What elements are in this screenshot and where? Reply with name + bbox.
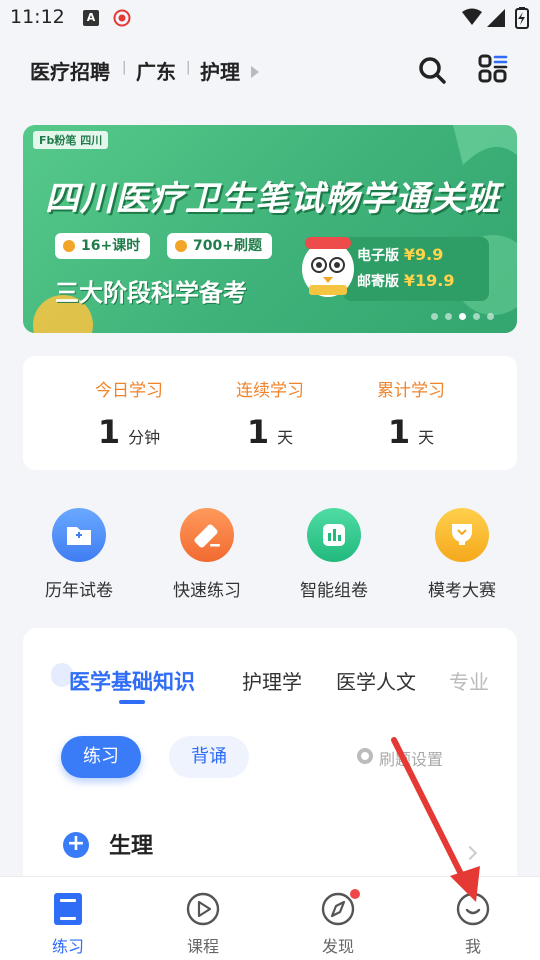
trophy-icon [435, 508, 489, 562]
mascot-icon [302, 237, 354, 297]
tool-smart-paper[interactable]: 智能组卷 [279, 508, 389, 601]
stat-value: 1 [97, 413, 121, 451]
tab-label: 练习 [51, 937, 84, 956]
price-mail: 邮寄版 ¥19.9 [357, 271, 454, 291]
stat-unit: 天 [418, 428, 435, 447]
category-title[interactable]: 生理 [109, 828, 153, 860]
stat-value-row: 1天 [210, 413, 330, 451]
crumb-specialty[interactable]: 护理 [200, 56, 240, 85]
banner-pill-text: 700+刷题 [193, 238, 262, 254]
practice-mode-button[interactable]: 练习 [61, 736, 141, 778]
tab-label: 课程 [186, 937, 219, 956]
tab-label: 发现 [321, 937, 354, 956]
check-icon [175, 240, 187, 252]
tool-mock-exam[interactable]: 模考大赛 [407, 508, 517, 601]
gear-icon [357, 748, 373, 764]
crumb-category[interactable]: 医疗招聘 [30, 56, 110, 85]
tab-practice[interactable]: 练习 [28, 891, 108, 957]
status-time: 11:12 [10, 6, 65, 28]
tab-nursing[interactable]: 护理学 [242, 666, 302, 695]
a-notification-icon: A [83, 10, 99, 26]
check-icon [63, 240, 75, 252]
play-circle-icon [185, 891, 221, 927]
expand-plus-icon[interactable]: + [63, 832, 89, 858]
practice-settings-link[interactable]: 刷题设置 [357, 746, 444, 770]
price-label: 邮寄版 [357, 274, 399, 290]
tab-me[interactable]: 我 [433, 891, 513, 957]
pager-dot-active [459, 313, 466, 320]
stat-streak: 连续学习 1天 [210, 376, 330, 451]
stat-value: 1 [246, 413, 270, 451]
price-ebook: 电子版 ¥9.9 [357, 245, 443, 265]
price-label: 电子版 [357, 248, 399, 264]
tab-underline [119, 700, 145, 704]
crumb-separator: | [122, 60, 127, 75]
stat-value: 1 [387, 413, 411, 451]
tool-label: 历年试卷 [45, 581, 113, 601]
compass-icon [320, 889, 360, 927]
study-stats-card: 今日学习 1 分钟 连续学习 1天 累计学习 1天 [23, 356, 517, 470]
crumb-separator: | [186, 60, 191, 75]
tool-label: 模考大赛 [428, 581, 496, 601]
banner-subtitle: 三大阶段科学备考 [55, 279, 247, 307]
stat-unit: 天 [277, 428, 294, 447]
tool-label: 智能组卷 [300, 581, 368, 601]
bottom-tab-bar: 练习 课程 发现 我 [0, 876, 540, 960]
banner-price-box: 电子版 ¥9.9 邮寄版 ¥19.9 [343, 237, 489, 301]
profile-icon [455, 891, 491, 927]
stat-value-row: 1天 [351, 413, 471, 451]
banner-pill-questions: 700+刷题 [167, 233, 272, 259]
stat-value-row: 1 分钟 [69, 413, 189, 451]
banner-pill-text: 16+课时 [81, 238, 141, 254]
pager-dot [445, 313, 452, 320]
price-value: ¥9.9 [403, 245, 444, 264]
banner-logo: Fb粉笔 四川 [33, 131, 109, 149]
banner-title: 四川医疗卫生笔试畅学通关班 [45, 179, 500, 219]
stat-label: 今日学习 [95, 381, 163, 401]
chevron-right-icon[interactable] [462, 845, 478, 861]
chart-bars-icon [307, 508, 361, 562]
tab-courses[interactable]: 课程 [163, 891, 243, 957]
record-icon [113, 9, 131, 27]
stat-today: 今日学习 1 分钟 [69, 376, 189, 451]
price-value: ¥19.9 [403, 271, 455, 290]
banner-pill-hours: 16+课时 [55, 233, 151, 259]
notification-dot [350, 889, 360, 899]
tab-professional[interactable]: 专业 [449, 666, 489, 695]
folder-plus-icon [52, 508, 106, 562]
tab-label: 我 [464, 937, 481, 956]
promo-banner[interactable]: Fb粉笔 四川 四川医疗卫生笔试畅学通关班 16+课时 700+刷题 三大阶段科… [23, 125, 517, 333]
recite-mode-button[interactable]: 背诵 [169, 736, 249, 778]
menu-grid-icon[interactable] [478, 54, 508, 84]
tab-medical-humanities[interactable]: 医学人文 [336, 666, 416, 695]
top-nav: 医疗招聘 | 广东 | 护理 [0, 36, 540, 106]
pager-dot [431, 313, 438, 320]
crumb-region[interactable]: 广东 [136, 56, 176, 85]
stat-label: 累计学习 [377, 381, 445, 401]
crumb-expand-icon[interactable] [251, 66, 259, 78]
pager-dot [473, 313, 480, 320]
tab-discover[interactable]: 发现 [298, 889, 378, 957]
tool-past-papers[interactable]: 历年试卷 [24, 508, 134, 601]
book-icon [50, 891, 86, 927]
tool-quick-practice[interactable]: 快速练习 [152, 508, 262, 601]
tab-medical-basics[interactable]: 医学基础知识 [69, 666, 195, 696]
stat-total: 累计学习 1天 [351, 376, 471, 451]
banner-pager [429, 311, 509, 321]
pager-dot [487, 313, 494, 320]
settings-label: 刷题设置 [379, 750, 444, 769]
stat-unit: 分钟 [128, 428, 161, 447]
signal-battery-icon [462, 7, 529, 29]
pencil-icon [180, 508, 234, 562]
stat-label: 连续学习 [236, 381, 304, 401]
search-icon[interactable] [416, 54, 448, 86]
tool-label: 快速练习 [173, 581, 241, 601]
status-bar: 11:12 A [0, 0, 540, 36]
